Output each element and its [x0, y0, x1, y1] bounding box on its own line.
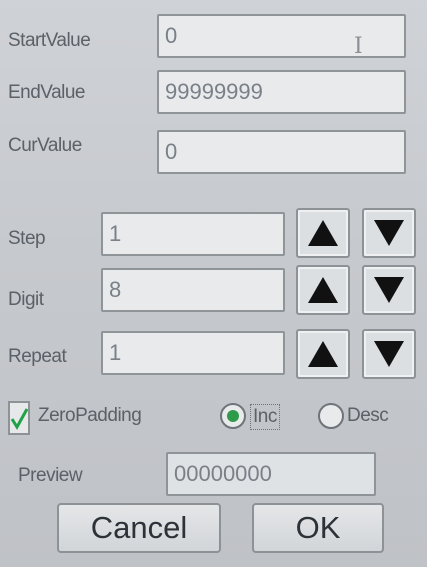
- end-value-text: 99999999: [165, 79, 263, 104]
- preview-field: 00000000: [166, 452, 376, 496]
- desc-radio[interactable]: [318, 403, 344, 429]
- desc-label: Desc: [347, 405, 389, 426]
- checkmark-icon: [10, 408, 29, 430]
- ok-button[interactable]: OK: [252, 503, 384, 553]
- cur-value-text: 0: [165, 139, 178, 164]
- serial-number-settings-screen: StartValue 0 I EndValue 99999999 CurValu…: [0, 0, 427, 567]
- start-value-label: StartValue: [8, 30, 91, 51]
- repeat-value-text: 1: [109, 340, 122, 365]
- step-down-button[interactable]: [362, 208, 416, 258]
- preview-value-text: 00000000: [174, 461, 272, 486]
- repeat-up-button[interactable]: [296, 329, 350, 379]
- start-value-text: 0: [165, 23, 178, 48]
- step-label: Step: [8, 228, 46, 249]
- start-value-field[interactable]: 0: [157, 14, 406, 58]
- repeat-field[interactable]: 1: [101, 331, 285, 375]
- inc-radio[interactable]: [220, 403, 246, 429]
- cancel-button[interactable]: Cancel: [57, 503, 221, 553]
- triangle-up-icon: [308, 341, 338, 367]
- digit-label: Digit: [8, 289, 44, 310]
- cur-value-label: CurValue: [8, 135, 82, 156]
- text-cursor-icon: I: [354, 34, 363, 59]
- triangle-up-icon: [308, 277, 338, 303]
- zero-padding-label: ZeroPadding: [38, 405, 142, 426]
- triangle-down-icon: [374, 277, 404, 303]
- inc-label: Inc: [250, 404, 280, 430]
- radio-selected-dot: [227, 410, 239, 422]
- cur-value-field[interactable]: 0: [157, 130, 406, 174]
- digit-field[interactable]: 8: [101, 268, 285, 312]
- step-field[interactable]: 1: [101, 212, 285, 256]
- zero-padding-checkbox[interactable]: [8, 401, 30, 435]
- triangle-down-icon: [374, 341, 404, 367]
- end-value-field[interactable]: 99999999: [157, 70, 406, 114]
- preview-label: Preview: [18, 465, 83, 486]
- triangle-up-icon: [308, 220, 338, 246]
- digit-value-text: 8: [109, 277, 122, 302]
- repeat-label: Repeat: [8, 346, 67, 367]
- triangle-down-icon: [374, 220, 404, 246]
- step-up-button[interactable]: [296, 208, 350, 258]
- repeat-down-button[interactable]: [362, 329, 416, 379]
- digit-down-button[interactable]: [362, 265, 416, 315]
- digit-up-button[interactable]: [296, 265, 350, 315]
- end-value-label: EndValue: [8, 82, 86, 103]
- step-value-text: 1: [109, 221, 122, 246]
